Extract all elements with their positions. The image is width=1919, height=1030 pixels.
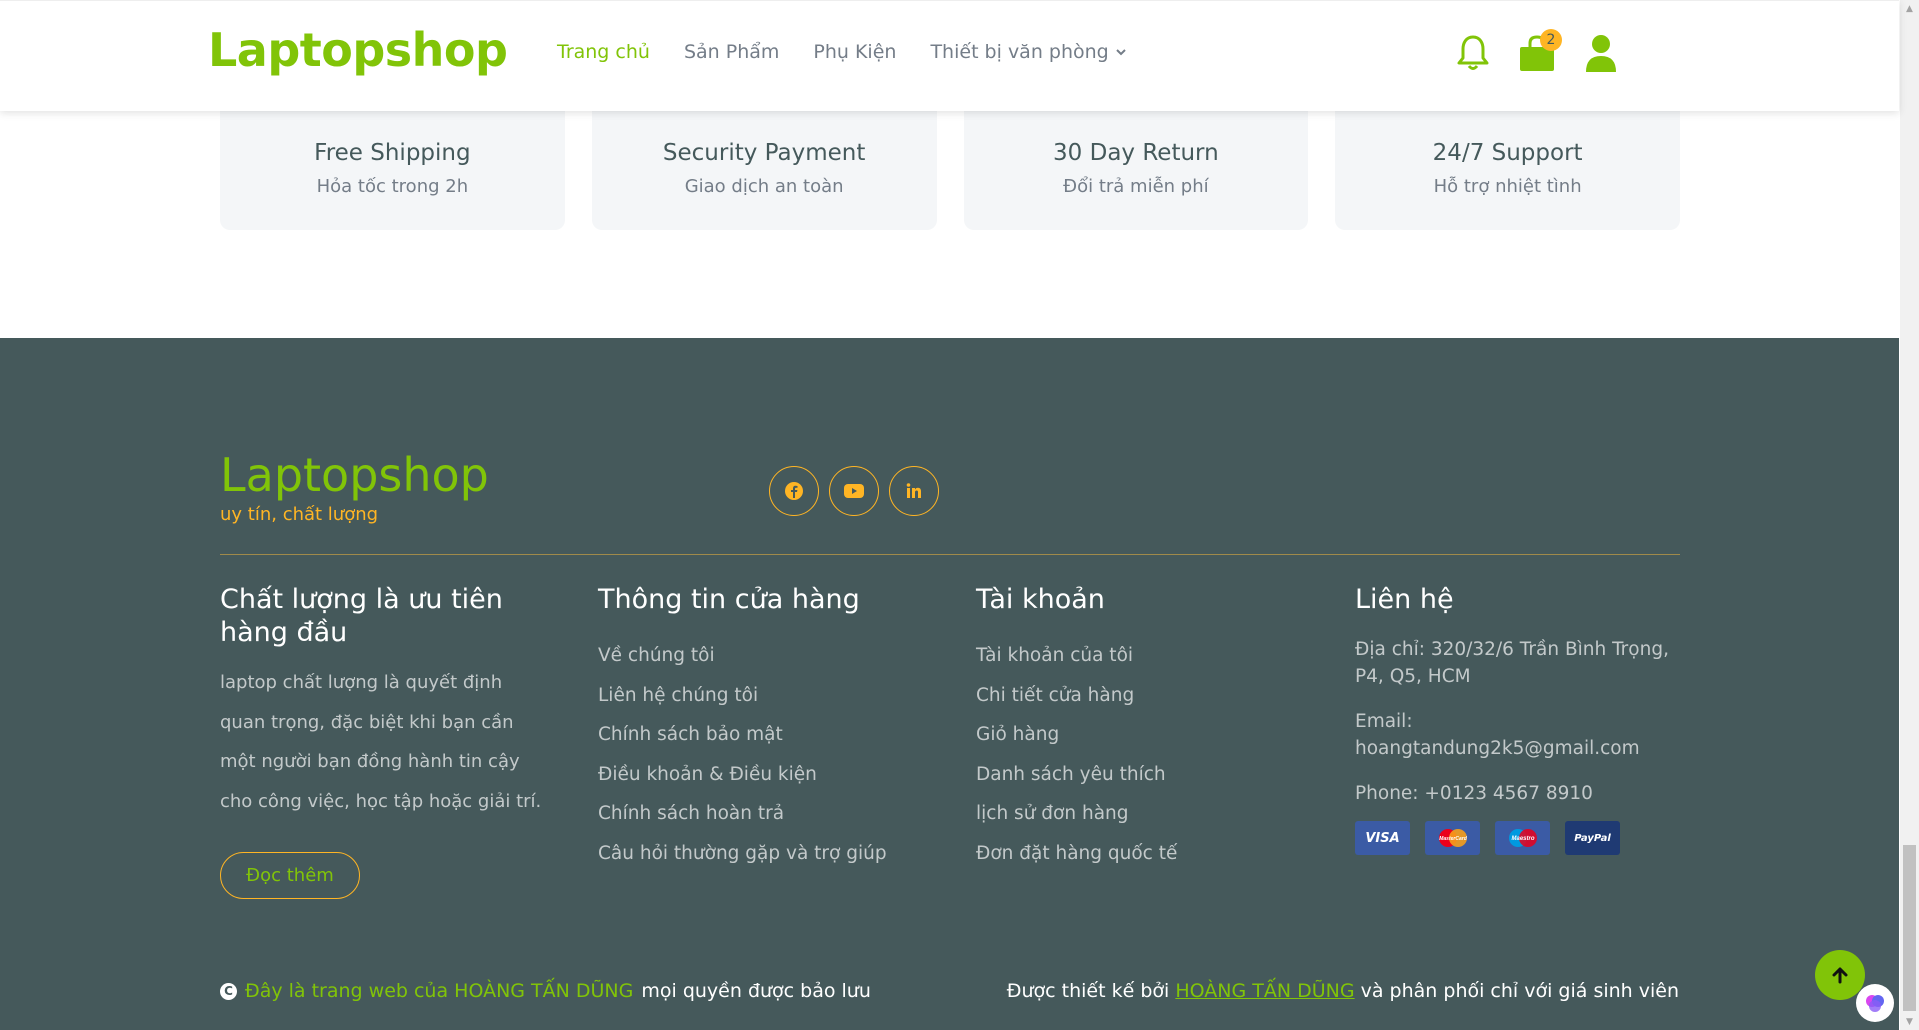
visa-label: VISA [1365, 830, 1400, 846]
copyright-owner-link[interactable]: Đây là trang web của HOÀNG TẤN DŨNG [245, 980, 633, 1002]
maestro-label: Maestro [1511, 836, 1534, 842]
main-nav: Trang chủ Sản Phẩm Phụ Kiện Thiết bị văn… [557, 41, 1127, 63]
link-cart[interactable]: Giỏ hàng [976, 715, 1177, 755]
paypal-label: PayPal [1574, 832, 1611, 844]
visa-card-icon: VISA [1355, 821, 1410, 855]
feature-card: Security Payment Giao dịch an toàn [591, 90, 937, 230]
feature-title: 24/7 Support [1432, 140, 1583, 166]
copyright-icon: C [220, 982, 237, 1000]
nav-accessories[interactable]: Phụ Kiện [813, 41, 896, 63]
footer-col-store-info: Thông tin cửa hàng Về chúng tôi Liên hệ … [598, 583, 887, 873]
nav-office-label: Thiết bị văn phòng [930, 41, 1109, 63]
brain-icon [1866, 995, 1884, 1012]
link-faq[interactable]: Câu hỏi thường gặp và trợ giúp [598, 834, 887, 874]
feature-title: Free Shipping [314, 140, 471, 166]
linkedin-button[interactable] [889, 466, 939, 516]
feature-card: Free Shipping Hỏa tốc trong 2h [220, 90, 565, 230]
account-button[interactable] [1580, 31, 1622, 75]
maestro-circles: Maestro [1508, 829, 1537, 847]
link-wishlist[interactable]: Danh sách yêu thích [976, 755, 1177, 795]
link-return-policy[interactable]: Chính sách hoàn trả [598, 794, 887, 834]
about-description: laptop chất lượng là quyết định quan trọ… [220, 672, 542, 812]
designer-suffix: và phân phối chỉ với giá sinh viên [1360, 980, 1679, 1002]
link-order-history[interactable]: lịch sử đơn hàng [976, 794, 1177, 834]
mastercard-circles: MasterCard [1438, 829, 1467, 847]
notification-button[interactable] [1452, 31, 1494, 75]
back-to-top-button[interactable] [1815, 950, 1865, 1000]
contact-phone: Phone: +0123 4567 8910 [1355, 783, 1593, 804]
facebook-button[interactable] [769, 466, 819, 516]
header-actions: 2 [1452, 29, 1622, 75]
site-footer: Laptopshop uy tín, chất lượng Chất lượng… [0, 338, 1899, 1030]
mastercard-icon: MasterCard [1425, 821, 1480, 855]
footer-logo[interactable]: Laptopshop [220, 448, 489, 502]
mastercard-label: MasterCard [1439, 836, 1467, 842]
link-international-orders[interactable]: Đơn đặt hàng quốc tế [976, 834, 1177, 874]
scrollbar-thumb[interactable] [1903, 845, 1916, 1011]
feature-title: 30 Day Return [1053, 140, 1219, 166]
extension-button[interactable] [1856, 984, 1894, 1022]
nav-home[interactable]: Trang chủ [557, 41, 650, 63]
nav-products[interactable]: Sản Phẩm [684, 41, 779, 63]
chevron-down-icon [1116, 49, 1126, 56]
designer-prefix: Được thiết kế bởi [1006, 980, 1170, 1002]
link-privacy-policy[interactable]: Chính sách bảo mật [598, 715, 887, 755]
footer-col-contact: Liên hệ Địa chỉ: 320/32/6 Trần Bình Trọn… [1355, 583, 1685, 855]
account-heading: Tài khoản [976, 584, 1105, 615]
read-more-button[interactable]: Đọc thêm [220, 852, 360, 899]
social-links [769, 466, 939, 516]
payment-methods: VISA MasterCard Maestro PayPal [1355, 821, 1685, 855]
feature-title: Security Payment [662, 140, 866, 166]
link-about-us[interactable]: Về chúng tôi [598, 636, 887, 676]
designer-credit: Được thiết kế bởi HOÀNG TẤN DŨNG và phân… [1007, 980, 1679, 1002]
footer-col-about: Chất lượng là ưu tiên hàng đầu laptop ch… [220, 583, 550, 821]
feature-subtitle: Đổi trả miễn phí [1063, 176, 1209, 197]
contact-address: Địa chỉ: 320/32/6 Trần Bình Trọng, P4, Q… [1355, 639, 1669, 687]
scroll-down-arrow-icon[interactable]: ▼ [1900, 1013, 1919, 1030]
feature-subtitle: Hỏa tốc trong 2h [316, 176, 469, 197]
contact-heading: Liên hệ [1355, 584, 1454, 615]
cart-count-badge: 2 [1540, 29, 1562, 51]
youtube-icon [844, 484, 864, 498]
store-info-heading: Thông tin cửa hàng [598, 584, 860, 615]
site-logo[interactable]: Laptopshop [208, 23, 508, 77]
link-contact-us[interactable]: Liên hệ chúng tôi [598, 676, 887, 716]
about-heading: Chất lượng là ưu tiên hàng đầu [220, 584, 503, 648]
account-links: Tài khoản của tôi Chi tiết cửa hàng Giỏ … [976, 636, 1177, 873]
paypal-card-icon: PayPal [1565, 821, 1620, 855]
feature-card: 30 Day Return Đổi trả miễn phí [963, 90, 1309, 230]
linkedin-icon [906, 483, 921, 498]
copyright-notice: C Đây là trang web của HOÀNG TẤN DŨNG mọ… [220, 980, 871, 1002]
cart-button[interactable]: 2 [1516, 29, 1562, 75]
scroll-up-arrow-icon[interactable]: ▲ [1900, 0, 1919, 17]
feature-subtitle: Hỗ trợ nhiệt tình [1433, 176, 1582, 197]
youtube-button[interactable] [829, 466, 879, 516]
store-info-links: Về chúng tôi Liên hệ chúng tôi Chính sác… [598, 636, 887, 873]
user-icon [1586, 35, 1616, 72]
link-terms[interactable]: Điều khoản & Điều kiện [598, 755, 887, 795]
footer-divider [220, 554, 1680, 555]
copyright-rights: mọi quyền được bảo lưu [641, 980, 871, 1002]
features-row: Free Shipping Hỏa tốc trong 2h Security … [220, 90, 1680, 230]
feature-subtitle: Giao dịch an toàn [684, 176, 844, 197]
maestro-card-icon: Maestro [1495, 821, 1550, 855]
contact-email: Email: hoangtandung2k5@gmail.com [1355, 711, 1640, 759]
bell-icon [1457, 35, 1489, 70]
nav-office-dropdown[interactable]: Thiết bị văn phòng [930, 41, 1126, 63]
site-header: Laptopshop Trang chủ Sản Phẩm Phụ Kiện T… [0, 0, 1899, 111]
footer-col-account: Tài khoản Tài khoản của tôi Chi tiết cửa… [976, 583, 1177, 873]
page-scrollbar[interactable]: ▲ ▼ [1900, 0, 1919, 1030]
footer-slogan: uy tín, chất lượng [220, 504, 379, 525]
link-my-account[interactable]: Tài khoản của tôi [976, 636, 1177, 676]
facebook-icon [785, 482, 803, 500]
link-store-details[interactable]: Chi tiết cửa hàng [976, 676, 1177, 716]
designer-name-link[interactable]: HOÀNG TẤN DŨNG [1175, 980, 1354, 1002]
arrow-up-icon [1832, 967, 1848, 984]
feature-card: 24/7 Support Hỗ trợ nhiệt tình [1335, 90, 1680, 230]
